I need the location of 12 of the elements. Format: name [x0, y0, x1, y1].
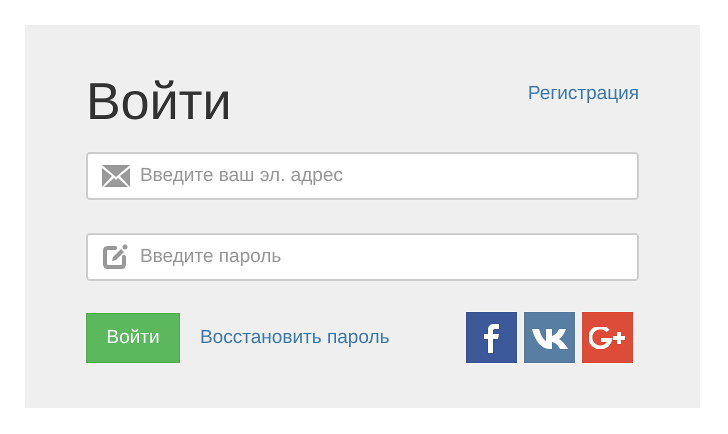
- google-plus-icon: [588, 326, 626, 348]
- password-field[interactable]: Введите пароль: [86, 233, 639, 281]
- login-button[interactable]: Войти: [86, 312, 180, 362]
- google-plus-button[interactable]: [582, 312, 633, 363]
- facebook-button[interactable]: [466, 312, 517, 363]
- restore-password-link[interactable]: Восстановить пароль: [200, 326, 390, 348]
- facebook-icon: [484, 322, 500, 352]
- vk-button[interactable]: [524, 312, 575, 363]
- register-link[interactable]: Регистрация: [528, 83, 639, 105]
- page-title: Войти: [86, 72, 232, 133]
- vk-icon: [532, 326, 568, 348]
- email-field[interactable]: Введите ваш эл. адрес: [86, 152, 639, 200]
